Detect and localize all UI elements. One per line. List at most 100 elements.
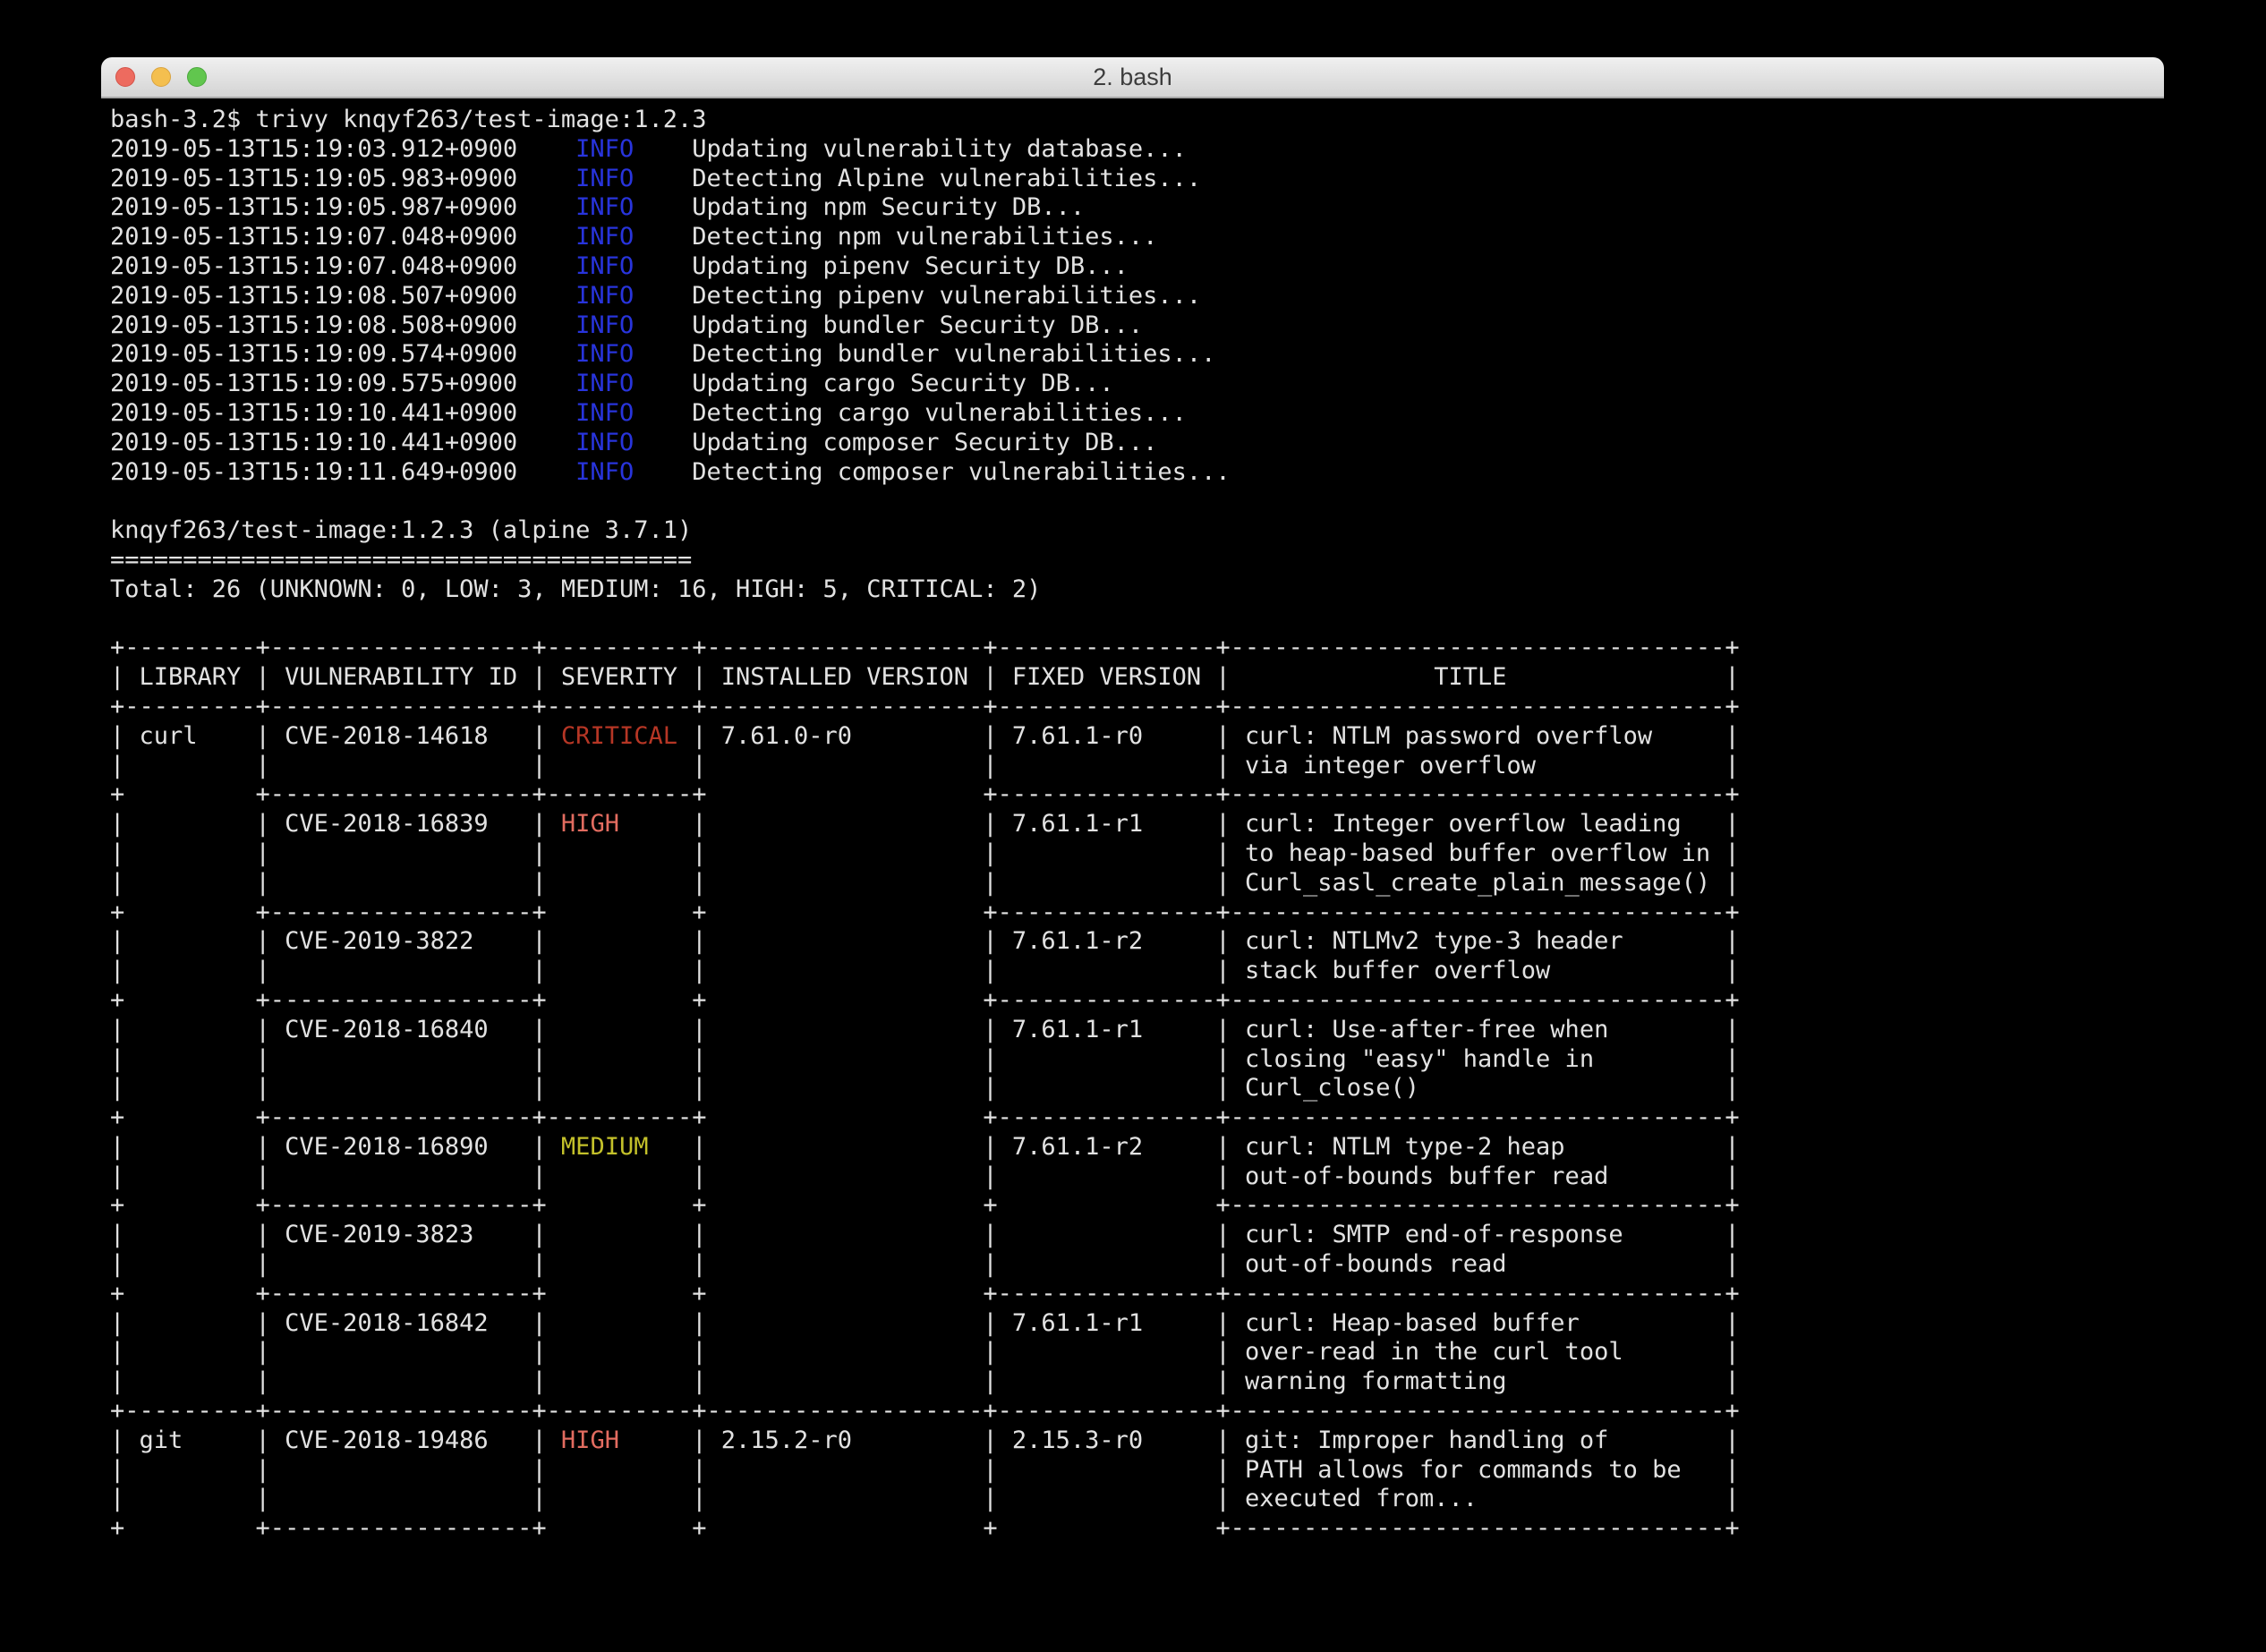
table-cells: | | | xyxy=(692,1485,1230,1512)
table-cells: | | | xyxy=(692,957,1230,984)
table-separator: + +------------------+ + + +------------… xyxy=(110,1191,2164,1221)
window-titlebar[interactable]: 2. bash xyxy=(101,57,2164,98)
table-cells: | | | xyxy=(110,957,547,984)
table-row: | | CVE-2018-16842 | | | 7.61.1-r1 | cur… xyxy=(110,1309,2164,1339)
table-cells: | | | xyxy=(110,1250,547,1278)
log-timestamp: 2019-05-13T15:19:07.048+0900 xyxy=(110,223,575,251)
table-cells: | | 7.61.1-r2 | xyxy=(692,927,1230,955)
table-separator: +---------+------------------+----------… xyxy=(110,693,2164,722)
table-header-text: | LIBRARY | VULNERABILITY ID | SEVERITY … xyxy=(110,663,1740,691)
table-border: | xyxy=(1725,957,1739,984)
table-cells: | 2.15.2-r0 | 2.15.3-r0 | xyxy=(692,1426,1230,1454)
title-cell: curl: NTLMv2 type-3 header xyxy=(1231,927,1725,955)
terminal-window: 2. bash bash-3.2$ trivy knqyf263/test-im… xyxy=(101,57,2164,1652)
terminal-screen[interactable]: bash-3.2$ trivy knqyf263/test-image:1.2.… xyxy=(101,98,2164,1544)
table-separator: + +------------------+----------+ +-----… xyxy=(110,1103,2164,1133)
severity-cell: MEDIUM xyxy=(547,1133,693,1161)
log-message: Updating cargo Security DB... xyxy=(634,370,1113,397)
table-cells xyxy=(547,869,693,897)
log-line: 2019-05-13T15:19:10.441+0900 INFO Detect… xyxy=(110,399,2164,429)
table-cells: | | 7.61.1-r2 | xyxy=(692,1133,1230,1161)
log-line: 2019-05-13T15:19:11.649+0900 INFO Detect… xyxy=(110,458,2164,488)
table-cells: | | | xyxy=(692,1074,1230,1102)
table-header-row: | LIBRARY | VULNERABILITY ID | SEVERITY … xyxy=(110,663,2164,693)
table-cells xyxy=(547,1016,693,1043)
log-line: 2019-05-13T15:19:08.507+0900 INFO Detect… xyxy=(110,282,2164,311)
log-timestamp: 2019-05-13T15:19:10.441+0900 xyxy=(110,399,575,427)
table-cells: | | | xyxy=(692,752,1230,779)
table-row: | | | | | | to heap-based buffer overflo… xyxy=(110,839,2164,869)
title-cell: out-of-bounds read xyxy=(1231,1250,1725,1278)
log-timestamp: 2019-05-13T15:19:09.574+0900 xyxy=(110,340,575,368)
table-border: | xyxy=(1725,722,1739,750)
table-cells: | | CVE-2018-16890 | xyxy=(110,1133,547,1161)
table-row: | | | | | | stack buffer overflow | xyxy=(110,957,2164,986)
table-cells: | | | xyxy=(692,869,1230,897)
table-cells xyxy=(547,752,693,779)
table-cells: | | | xyxy=(110,869,547,897)
table-row: | | | | | | out-of-bounds read | xyxy=(110,1250,2164,1280)
log-message: Updating npm Security DB... xyxy=(634,193,1085,221)
title-cell: curl: Heap-based buffer xyxy=(1231,1309,1725,1337)
log-message: Detecting composer vulnerabilities... xyxy=(634,458,1230,486)
log-timestamp: 2019-05-13T15:19:10.441+0900 xyxy=(110,429,575,456)
table-separator: + +------------------+ + +--------------… xyxy=(110,1280,2164,1309)
title-cell: closing "easy" handle in xyxy=(1231,1045,1725,1073)
table-border: + +------------------+ + +--------------… xyxy=(110,1280,1740,1307)
table-separator: + +------------------+ + +--------------… xyxy=(110,898,2164,928)
table-cells xyxy=(547,1162,693,1190)
severity-cell: HIGH xyxy=(547,810,693,838)
log-level: INFO xyxy=(575,399,634,427)
table-row: | | | | | | executed from... | xyxy=(110,1485,2164,1514)
severity-cell: HIGH xyxy=(547,1426,693,1454)
table-border: | xyxy=(1725,1133,1739,1161)
report-total: Total: 26 (UNKNOWN: 0, LOW: 3, MEDIUM: 1… xyxy=(110,575,1041,603)
severity-cell: CRITICAL xyxy=(547,722,693,750)
log-timestamp: 2019-05-13T15:19:11.649+0900 xyxy=(110,458,575,486)
log-level: INFO xyxy=(575,370,634,397)
table-border: + +------------------+ + + +------------… xyxy=(110,1514,1740,1542)
table-cells: | | | xyxy=(692,1367,1230,1395)
log-message: Updating vulnerability database... xyxy=(634,135,1187,163)
log-level: INFO xyxy=(575,340,634,368)
log-level: INFO xyxy=(575,429,634,456)
table-border: +---------+------------------+----------… xyxy=(110,634,1740,661)
minimize-button[interactable] xyxy=(151,67,171,87)
table-border: +---------+------------------+----------… xyxy=(110,1397,1740,1425)
table-cells: | | | xyxy=(110,1045,547,1073)
desktop-background: { "window": { "title": "2. bash", "traff… xyxy=(0,0,2266,1652)
table-cells: | | CVE-2018-16840 | xyxy=(110,1016,547,1043)
table-row: | | | | | | over-read in the curl tool | xyxy=(110,1338,2164,1367)
title-cell: PATH allows for commands to be xyxy=(1231,1456,1725,1484)
log-timestamp: 2019-05-13T15:19:07.048+0900 xyxy=(110,252,575,280)
table-cells: | | | xyxy=(692,1162,1230,1190)
title-cell: Curl_sasl_create_plain_message() xyxy=(1231,869,1725,897)
log-level: INFO xyxy=(575,282,634,310)
report-underline: ======================================== xyxy=(110,546,692,574)
table-border: | xyxy=(1725,1250,1739,1278)
log-message: Detecting Alpine vulnerabilities... xyxy=(634,165,1201,192)
table-cells: | | | xyxy=(692,1250,1230,1278)
log-message: Detecting cargo vulnerabilities... xyxy=(634,399,1187,427)
table-cells: | | | xyxy=(110,1074,547,1102)
log-line: 2019-05-13T15:19:09.574+0900 INFO Detect… xyxy=(110,340,2164,370)
table-border: | xyxy=(1725,752,1739,779)
close-button[interactable] xyxy=(115,67,135,87)
table-cells: | git | CVE-2018-19486 | xyxy=(110,1426,547,1454)
table-cells: | | | xyxy=(110,1162,547,1190)
table-separator: +---------+------------------+----------… xyxy=(110,1397,2164,1426)
table-cells xyxy=(547,1367,693,1395)
table-cells xyxy=(547,927,693,955)
table-cells: | | | xyxy=(692,1338,1230,1366)
table-separator: +---------+------------------+----------… xyxy=(110,634,2164,663)
table-row: | | | | | | Curl_close() | xyxy=(110,1074,2164,1103)
table-cells: | | | xyxy=(110,752,547,779)
table-border: | xyxy=(1725,839,1739,867)
report-underline-line: ======================================== xyxy=(110,546,2164,575)
log-level: INFO xyxy=(575,311,634,339)
table-border: | xyxy=(1725,810,1739,838)
title-cell: curl: Use-after-free when xyxy=(1231,1016,1725,1043)
table-cells: | | | xyxy=(110,1456,547,1484)
zoom-button[interactable] xyxy=(187,67,207,87)
table-border: | xyxy=(1725,1485,1739,1512)
